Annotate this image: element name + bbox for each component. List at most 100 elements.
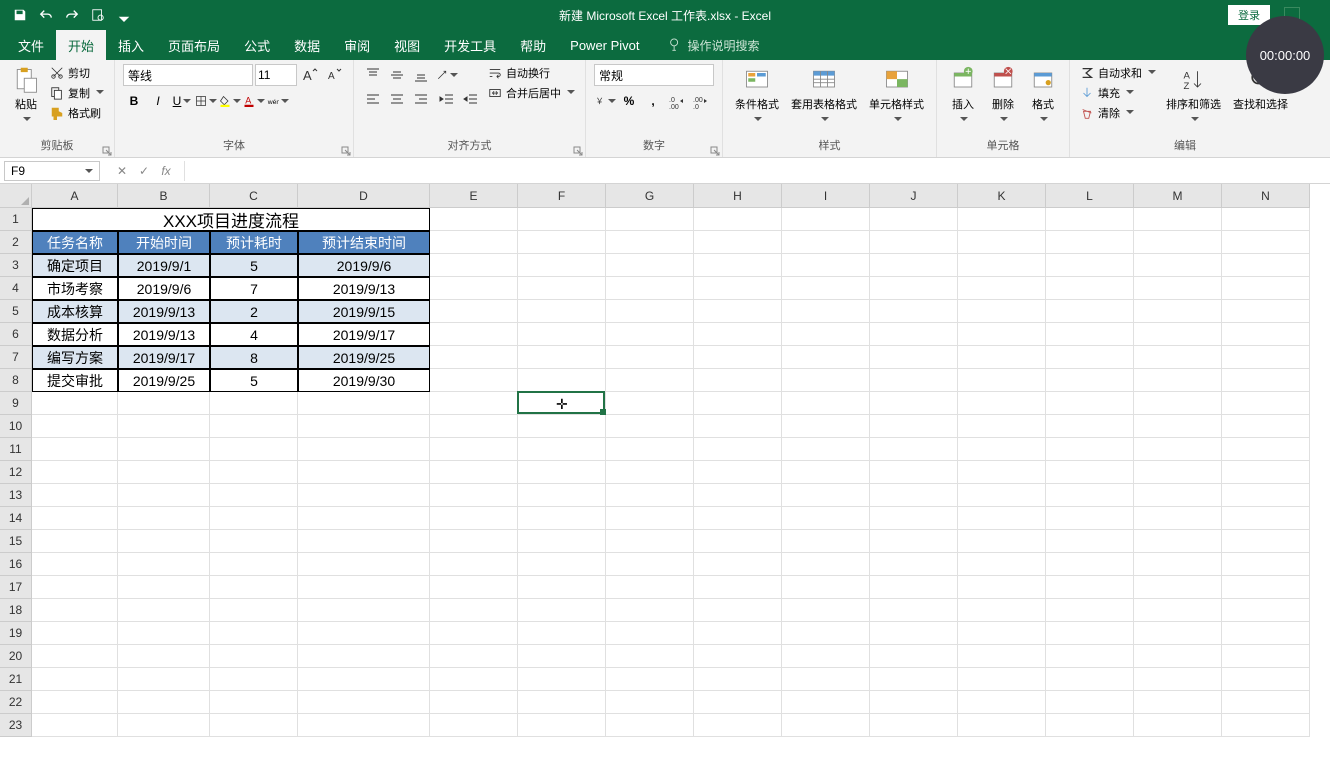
cell[interactable] <box>518 254 606 277</box>
cell[interactable] <box>430 231 518 254</box>
cell[interactable] <box>518 231 606 254</box>
cell[interactable]: 成本核算 <box>32 300 118 323</box>
cell[interactable] <box>1222 369 1310 392</box>
cell[interactable] <box>782 553 870 576</box>
cut-button[interactable]: 剪切 <box>48 64 106 82</box>
phonetic-icon[interactable]: wén <box>267 90 289 112</box>
table-format-button[interactable]: 套用表格格式 <box>787 64 861 128</box>
cell[interactable] <box>958 691 1046 714</box>
cell[interactable] <box>430 599 518 622</box>
cell[interactable] <box>694 484 782 507</box>
cell[interactable]: 市场考察 <box>32 277 118 300</box>
cell[interactable] <box>430 484 518 507</box>
cell[interactable] <box>1046 645 1134 668</box>
copy-button[interactable]: 复制 <box>48 84 106 102</box>
row-header[interactable]: 14 <box>0 507 32 530</box>
cell[interactable] <box>606 645 694 668</box>
cell[interactable] <box>1134 645 1222 668</box>
cell[interactable] <box>782 323 870 346</box>
cell[interactable]: 5 <box>210 254 298 277</box>
cell[interactable] <box>430 254 518 277</box>
row-header[interactable]: 3 <box>0 254 32 277</box>
cell[interactable] <box>1046 507 1134 530</box>
row-header[interactable]: 11 <box>0 438 32 461</box>
column-header[interactable]: F <box>518 184 606 208</box>
cell[interactable] <box>1134 691 1222 714</box>
row-header[interactable]: 13 <box>0 484 32 507</box>
tab-file[interactable]: 文件 <box>6 30 56 61</box>
cell[interactable] <box>1134 461 1222 484</box>
cell[interactable] <box>1222 346 1310 369</box>
underline-icon[interactable]: U <box>171 90 193 112</box>
cell[interactable] <box>32 553 118 576</box>
column-header[interactable]: J <box>870 184 958 208</box>
cell[interactable] <box>694 576 782 599</box>
cell[interactable] <box>606 300 694 323</box>
cell[interactable] <box>606 346 694 369</box>
cell[interactable] <box>958 645 1046 668</box>
row-header[interactable]: 12 <box>0 461 32 484</box>
cell[interactable] <box>430 691 518 714</box>
accounting-icon[interactable]: ￥ <box>594 90 616 112</box>
column-header[interactable]: H <box>694 184 782 208</box>
cell[interactable] <box>298 461 430 484</box>
cell[interactable] <box>870 231 958 254</box>
cell[interactable] <box>518 507 606 530</box>
font-launcher-icon[interactable] <box>341 145 351 155</box>
tab-help[interactable]: 帮助 <box>508 30 558 61</box>
spreadsheet-grid[interactable]: XXX项目进度流程任务名称开始时间预计耗时预计结束时间确定项目2019/9/15… <box>32 208 1310 737</box>
font-size-select[interactable] <box>255 64 297 86</box>
cell[interactable]: 数据分析 <box>32 323 118 346</box>
cell[interactable] <box>694 300 782 323</box>
redo-icon[interactable] <box>60 3 84 27</box>
cell[interactable] <box>210 576 298 599</box>
cell[interactable] <box>1222 576 1310 599</box>
number-format-select[interactable] <box>594 64 714 86</box>
cell[interactable] <box>1046 461 1134 484</box>
cell[interactable] <box>606 599 694 622</box>
row-header[interactable]: 6 <box>0 323 32 346</box>
align-right-icon[interactable] <box>410 88 432 110</box>
cell[interactable] <box>870 714 958 737</box>
cell[interactable] <box>518 461 606 484</box>
cell[interactable] <box>606 369 694 392</box>
cell[interactable] <box>210 484 298 507</box>
cell[interactable] <box>782 599 870 622</box>
cell[interactable] <box>958 438 1046 461</box>
cell[interactable] <box>870 300 958 323</box>
cell[interactable] <box>694 369 782 392</box>
cell[interactable]: 2019/9/30 <box>298 369 430 392</box>
cell[interactable] <box>518 208 606 231</box>
column-header[interactable]: E <box>430 184 518 208</box>
cell-styles-button[interactable]: 单元格样式 <box>865 64 928 128</box>
cell[interactable] <box>606 392 694 415</box>
row-header[interactable]: 18 <box>0 599 32 622</box>
cell[interactable] <box>430 668 518 691</box>
cell[interactable] <box>782 691 870 714</box>
cell[interactable] <box>694 392 782 415</box>
cell[interactable] <box>1134 208 1222 231</box>
cell[interactable]: 7 <box>210 277 298 300</box>
cell[interactable] <box>606 484 694 507</box>
cell[interactable] <box>870 254 958 277</box>
cell[interactable] <box>298 507 430 530</box>
cell[interactable] <box>694 645 782 668</box>
tab-powerpivot[interactable]: Power Pivot <box>558 32 651 59</box>
number-launcher-icon[interactable] <box>710 145 720 155</box>
qat-dropdown-icon[interactable] <box>112 3 136 27</box>
cell[interactable]: 任务名称 <box>32 231 118 254</box>
cell[interactable] <box>782 369 870 392</box>
cell[interactable] <box>1046 392 1134 415</box>
cell[interactable]: 提交审批 <box>32 369 118 392</box>
cell[interactable] <box>694 208 782 231</box>
cell[interactable] <box>958 208 1046 231</box>
cell[interactable] <box>32 415 118 438</box>
fx-icon[interactable]: fx <box>156 161 176 181</box>
cell[interactable] <box>430 714 518 737</box>
cell[interactable]: 2019/9/25 <box>298 346 430 369</box>
cell[interactable] <box>298 438 430 461</box>
autosum-button[interactable]: 自动求和 <box>1078 64 1158 82</box>
cell[interactable] <box>518 691 606 714</box>
cell[interactable] <box>118 507 210 530</box>
row-header[interactable]: 21 <box>0 668 32 691</box>
